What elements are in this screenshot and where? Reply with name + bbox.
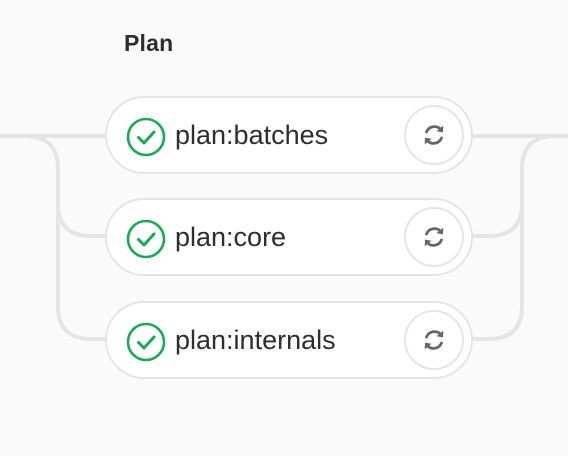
retry-button[interactable] [404, 310, 464, 370]
check-circle-icon [126, 117, 166, 157]
job-row-plan-batches[interactable]: plan:batches [105, 96, 473, 174]
retry-icon [424, 125, 444, 145]
job-name[interactable]: plan:batches [175, 98, 328, 172]
job-name[interactable]: plan:core [175, 200, 286, 274]
retry-button[interactable] [404, 207, 464, 267]
job-row-plan-internals[interactable]: plan:internals [105, 301, 473, 379]
connector-right-internals [473, 200, 524, 341]
job-name[interactable]: plan:internals [175, 303, 336, 377]
job-row-plan-core[interactable]: plan:core [105, 198, 473, 276]
check-circle-icon [126, 219, 166, 259]
retry-icon [424, 227, 444, 247]
retry-button[interactable] [404, 105, 464, 165]
connector-left-core [0, 134, 105, 238]
check-circle-icon [126, 322, 166, 362]
retry-icon [424, 330, 444, 350]
connector-left-internals [56, 200, 105, 341]
